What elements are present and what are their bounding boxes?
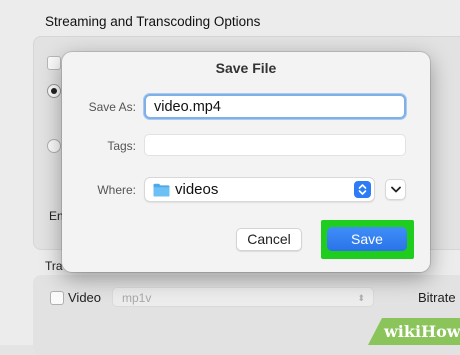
folder-icon — [153, 183, 170, 197]
video-checkbox[interactable] — [50, 291, 64, 305]
option-radio[interactable] — [47, 139, 61, 153]
save-button[interactable]: Save — [327, 227, 407, 251]
file-name-input[interactable] — [144, 94, 406, 119]
transcoding-section-label: Tra — [45, 259, 63, 273]
tags-label: Tags: — [107, 139, 136, 153]
tags-input[interactable] — [144, 134, 406, 156]
where-location-select[interactable]: videos — [144, 177, 375, 202]
where-label: Where: — [97, 183, 136, 197]
video-codec-select[interactable]: mp1v ⬍ — [112, 287, 374, 307]
up-down-chevron-icon: ⬍ — [357, 293, 365, 303]
chevron-down-icon — [391, 186, 401, 193]
expand-dialog-button[interactable] — [385, 179, 406, 200]
option-radio-selected[interactable] — [47, 84, 61, 98]
codec-value: mp1v — [122, 291, 152, 305]
dialog-title: Save File — [215, 60, 277, 76]
option-checkbox[interactable] — [47, 56, 61, 70]
window-title: Streaming and Transcoding Options — [45, 14, 261, 29]
up-down-chevron-icon[interactable] — [354, 181, 371, 198]
where-value: videos — [175, 181, 219, 198]
bitrate-label: Bitrate — [418, 290, 456, 305]
save-file-dialog: Save File Save As: Tags: Where: videos C… — [62, 52, 430, 272]
save-as-label: Save As: — [88, 100, 136, 114]
save-button-highlight: Save — [321, 220, 414, 259]
cancel-button[interactable]: Cancel — [236, 228, 302, 251]
video-label: Video — [68, 290, 102, 305]
wikihow-logo-text: wikiHow — [384, 322, 460, 341]
